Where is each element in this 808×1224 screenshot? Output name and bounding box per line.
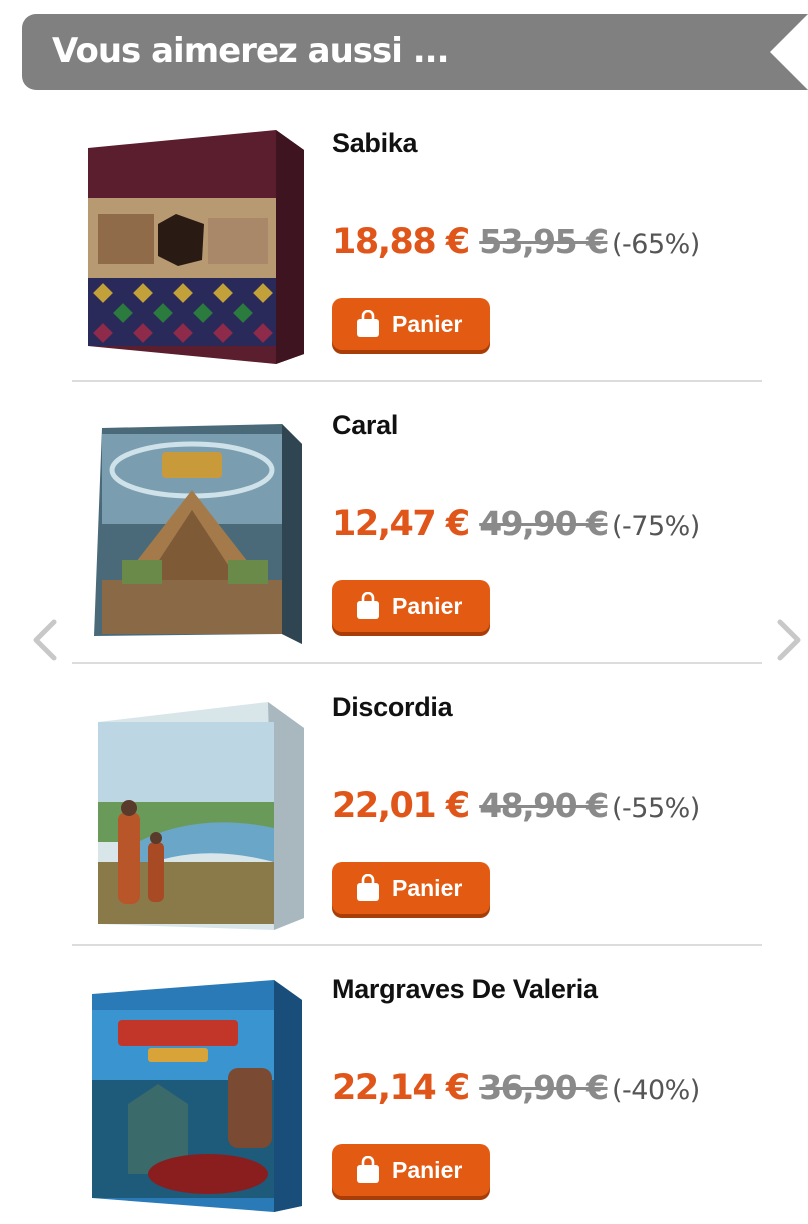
product-image[interactable]: [78, 692, 306, 930]
product-image[interactable]: [78, 128, 306, 366]
chevron-left-icon[interactable]: [28, 618, 62, 662]
price-row: 12,47 € 49,90 € (-75%): [332, 504, 700, 544]
shopping-bag-icon: [357, 310, 379, 337]
add-to-cart-button[interactable]: Panier: [332, 298, 490, 350]
current-price: 18,88 €: [332, 222, 470, 262]
discount-percent: (-75%): [612, 511, 700, 542]
add-to-cart-label: Panier: [392, 874, 463, 901]
product-list: Sabika 18,88 € 53,95 € (-65%) Panier Car…: [72, 100, 762, 1224]
current-price: 22,01 €: [332, 786, 470, 826]
add-to-cart-button[interactable]: Panier: [332, 1144, 490, 1196]
product-item: Caral 12,47 € 49,90 € (-75%) Panier: [72, 382, 762, 664]
current-price: 12,47 €: [332, 504, 470, 544]
old-price: 49,90 €: [479, 504, 609, 543]
section-title: Vous aimerez aussi ...: [52, 31, 449, 71]
old-price: 53,95 €: [479, 222, 609, 261]
discount-percent: (-40%): [612, 1075, 700, 1106]
price-row: 18,88 € 53,95 € (-65%): [332, 222, 700, 262]
add-to-cart-label: Panier: [392, 310, 463, 337]
shopping-bag-icon: [357, 592, 379, 619]
header-ribbon-notch: [770, 14, 808, 90]
price-row: 22,14 € 36,90 € (-40%): [332, 1068, 700, 1108]
chevron-right-icon[interactable]: [772, 618, 806, 662]
add-to-cart-button[interactable]: Panier: [332, 862, 490, 914]
product-item: Discordia 22,01 € 48,90 € (-55%) Panier: [72, 664, 762, 946]
add-to-cart-label: Panier: [392, 592, 463, 619]
product-image[interactable]: [78, 410, 306, 648]
old-price: 36,90 €: [479, 1068, 609, 1107]
shopping-bag-icon: [357, 1156, 379, 1183]
discount-percent: (-55%): [612, 793, 700, 824]
current-price: 22,14 €: [332, 1068, 470, 1108]
section-header: Vous aimerez aussi ...: [22, 14, 808, 90]
old-price: 48,90 €: [479, 786, 609, 825]
discount-percent: (-65%): [612, 229, 700, 260]
product-name[interactable]: Margraves De Valeria: [332, 974, 598, 1005]
product-name[interactable]: Discordia: [332, 692, 453, 723]
product-item: Sabika 18,88 € 53,95 € (-65%) Panier: [72, 100, 762, 382]
product-name[interactable]: Sabika: [332, 128, 418, 159]
product-image[interactable]: [78, 974, 306, 1212]
price-row: 22,01 € 48,90 € (-55%): [332, 786, 700, 826]
product-item: Margraves De Valeria 22,14 € 36,90 € (-4…: [72, 946, 762, 1224]
product-name[interactable]: Caral: [332, 410, 398, 441]
add-to-cart-label: Panier: [392, 1156, 463, 1183]
shopping-bag-icon: [357, 874, 379, 901]
add-to-cart-button[interactable]: Panier: [332, 580, 490, 632]
